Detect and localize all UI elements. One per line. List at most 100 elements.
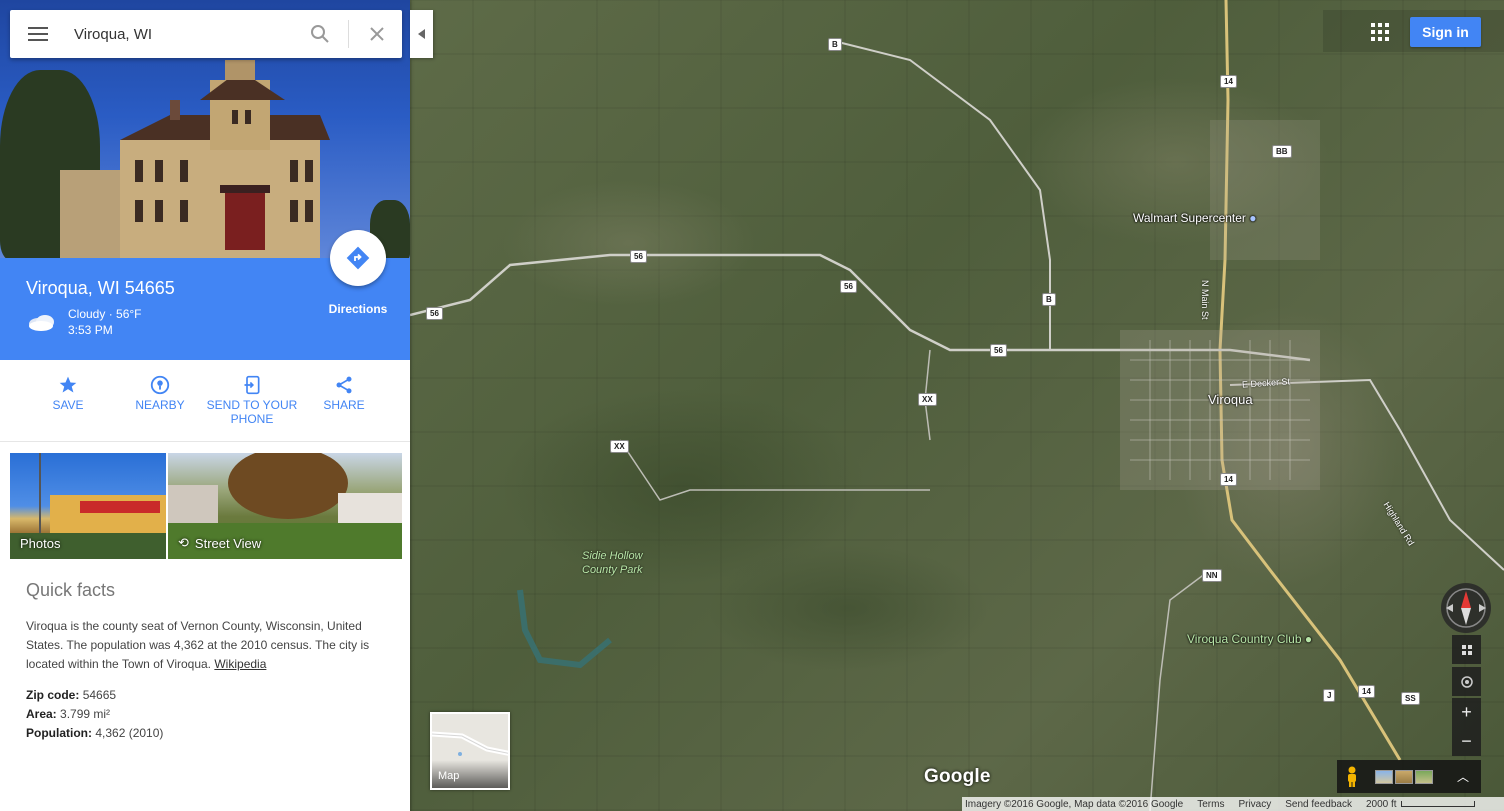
cloudy-icon <box>29 315 54 331</box>
send-to-phone-button[interactable]: SEND TO YOUR PHONE <box>206 372 298 426</box>
satellite-map[interactable]: B B 14 14 14 BB 56 56 56 56 XX XX NN J S… <box>410 0 1504 811</box>
share-button[interactable]: SHARE <box>314 372 374 412</box>
apps-grid-icon[interactable] <box>1368 20 1392 44</box>
sign-in-button[interactable]: Sign in <box>1410 17 1481 47</box>
poi-walmart-label: Walmart Supercenter <box>1133 211 1246 225</box>
privacy-link[interactable]: Privacy <box>1238 799 1271 810</box>
directions-label[interactable]: Directions <box>320 302 396 316</box>
city-label-viroqua[interactable]: Viroqua <box>1208 392 1253 407</box>
tilt-button[interactable] <box>1452 635 1481 664</box>
quick-facts-description: Viroqua is the county seat of Vernon Cou… <box>26 619 370 671</box>
facts-list: Zip code: 54665 Area: 3.799 mi² Populati… <box>26 686 386 743</box>
poi-sidie-hollow-park[interactable]: Sidie Hollow County Park <box>582 549 643 577</box>
minimap-label: Map <box>432 760 508 788</box>
chevron-up-icon[interactable]: ︿ <box>1457 768 1469 785</box>
zoom-in-button[interactable]: + <box>1452 698 1481 727</box>
quick-facts: Quick facts Viroqua is the county seat o… <box>26 580 386 743</box>
attribution-bar: Imagery ©2016 Google, Map data ©2016 Goo… <box>962 797 1504 811</box>
weather-info: Cloudy · 56°F 3:53 PM <box>26 306 142 338</box>
directions-icon <box>346 246 370 270</box>
place-panel: Viroqua, WI 54665 Cloudy · 56°F 3:53 PM … <box>0 0 410 811</box>
route-shield-b: B <box>1042 293 1056 306</box>
route-shield-56: 56 <box>630 250 647 263</box>
place-header: Viroqua, WI 54665 Cloudy · 56°F 3:53 PM … <box>0 230 410 360</box>
plus-icon: + <box>1461 702 1472 722</box>
weather-time: 3:53 PM <box>68 323 113 337</box>
street-view-tile[interactable]: ⟲ Street View <box>168 453 402 559</box>
map-type-toggle[interactable]: Map <box>430 712 510 790</box>
imagery-credit: Imagery ©2016 Google, Map data ©2016 Goo… <box>965 798 1184 810</box>
close-icon <box>370 27 384 41</box>
scale-label: 2000 ft <box>1365 798 1397 810</box>
action-bar: SAVE NEARBY SEND TO YOUR PHONE SHARE <box>0 360 410 442</box>
send-to-phone-icon <box>244 375 260 395</box>
route-shield-56: 56 <box>990 344 1007 357</box>
route-shield-56: 56 <box>840 280 857 293</box>
weather-condition: Cloudy · 56°F <box>68 307 142 321</box>
share-icon <box>336 376 352 394</box>
menu-button[interactable] <box>10 10 66 58</box>
poi-country-club[interactable]: Viroqua Country Club ● <box>1187 632 1312 646</box>
pegman-icon[interactable] <box>1337 760 1367 793</box>
fact-zip: Zip code: 54665 <box>26 688 117 702</box>
share-label: SHARE <box>323 398 365 412</box>
search-box <box>10 10 402 58</box>
imagery-thumb[interactable] <box>1415 769 1433 784</box>
golf-icon: ● <box>1304 632 1313 646</box>
street-view-icon: ⟲ <box>178 535 189 550</box>
park-label-line2: County Park <box>582 564 643 576</box>
imagery-thumb[interactable] <box>1375 769 1393 784</box>
directions-button[interactable] <box>330 230 386 286</box>
scale-bar <box>1400 801 1475 807</box>
my-location-button[interactable] <box>1452 667 1481 696</box>
tilt-grid-icon <box>1461 644 1472 655</box>
feedback-link[interactable]: Send feedback <box>1285 799 1352 810</box>
route-shield-j: J <box>1323 689 1336 702</box>
search-input[interactable] <box>66 10 298 58</box>
compass-icon <box>1446 588 1486 628</box>
shopping-icon: ● <box>1249 211 1257 225</box>
scale-control[interactable]: 2000 ft <box>1366 799 1489 810</box>
route-shield-14: 14 <box>1358 685 1375 698</box>
imagery-thumbnails <box>1375 769 1433 784</box>
photos-label: Photos <box>20 536 61 551</box>
terms-link[interactable]: Terms <box>1197 799 1224 810</box>
search-button[interactable] <box>298 10 342 58</box>
route-shield-bb: BB <box>1272 145 1292 158</box>
park-label-line1: Sidie Hollow <box>582 550 643 562</box>
route-shield-xx: XX <box>610 440 629 453</box>
fact-population: Population: 4,362 (2010) <box>26 726 164 740</box>
route-shield-xx: XX <box>918 393 937 406</box>
hamburger-icon <box>28 27 48 41</box>
save-button[interactable]: SAVE <box>38 372 98 412</box>
send-label-line2: PHONE <box>230 412 274 426</box>
street-view-label: ⟲ Street View <box>178 535 262 551</box>
photos-tile[interactable]: Photos <box>10 453 166 559</box>
nearby-button[interactable]: NEARBY <box>130 372 190 412</box>
poi-country-club-label: Viroqua Country Club <box>1187 632 1302 646</box>
imagery-thumb[interactable] <box>1395 769 1413 784</box>
map-roads <box>410 0 1504 811</box>
search-icon <box>311 25 329 43</box>
poi-walmart[interactable]: Walmart Supercenter ● <box>1133 211 1257 225</box>
route-shield-ss: SS <box>1401 692 1420 705</box>
quick-facts-heading: Quick facts <box>26 580 116 600</box>
search-divider <box>348 20 349 48</box>
clear-search-button[interactable] <box>355 10 399 58</box>
save-label: SAVE <box>52 398 84 412</box>
wikipedia-link[interactable]: Wikipedia <box>214 657 266 671</box>
star-icon <box>59 376 77 393</box>
route-shield-56: 56 <box>426 307 443 320</box>
send-label-line1: SEND TO YOUR <box>206 398 298 412</box>
place-title: Viroqua, WI 54665 <box>26 278 175 298</box>
fact-area: Area: 3.799 mi² <box>26 707 111 721</box>
chevron-left-icon <box>417 29 425 39</box>
nearby-icon <box>150 375 170 395</box>
collapse-panel-button[interactable] <box>410 10 433 58</box>
street-label-main: N Main St <box>1200 280 1210 320</box>
compass-button[interactable] <box>1441 583 1491 633</box>
route-shield-nn: NN <box>1202 569 1222 582</box>
nearby-label: NEARBY <box>135 398 185 412</box>
photo-strip: Photos ⟲ Street View <box>10 453 402 559</box>
zoom-out-button[interactable]: − <box>1452 727 1481 756</box>
